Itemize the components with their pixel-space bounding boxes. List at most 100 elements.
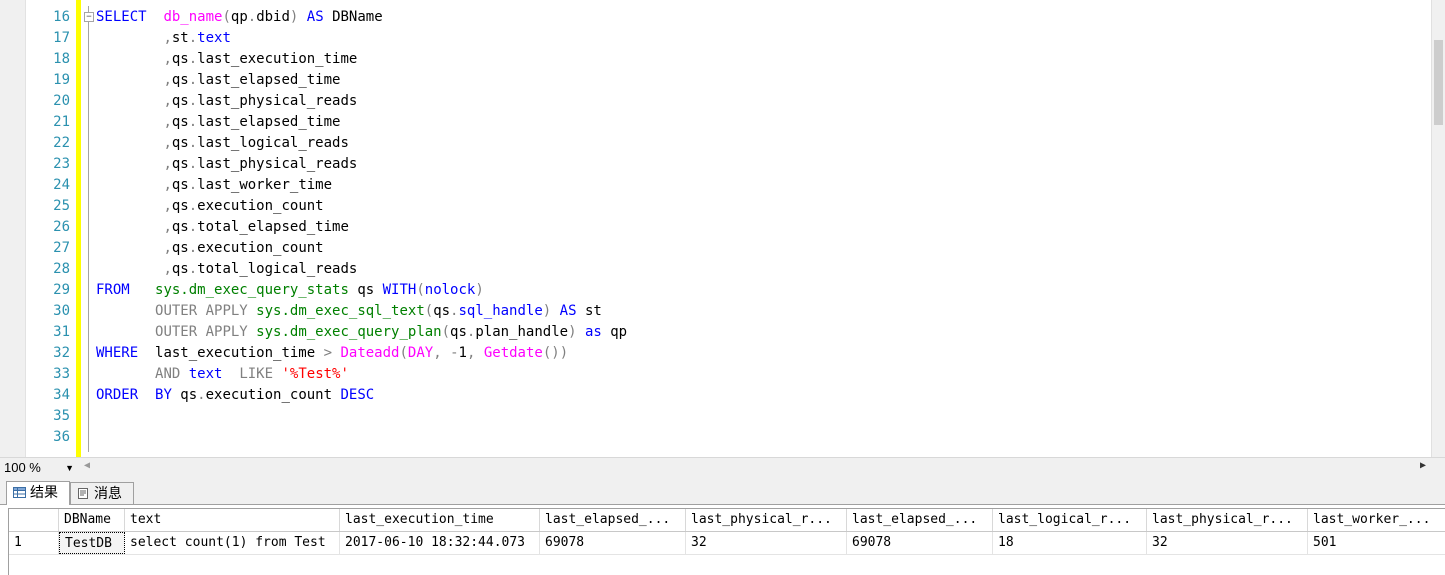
code-token: last_physical_reads [197, 93, 358, 109]
column-header[interactable]: last_elapsed_... [540, 509, 686, 531]
line-number: 35 [53, 408, 70, 424]
row-number[interactable]: 1 [9, 532, 59, 554]
table-row[interactable]: 1 TestDB select count(1) from Test 2017-… [9, 532, 1445, 555]
code-line[interactable]: ,qs.total_elapsed_time [96, 217, 348, 238]
code-line[interactable]: OUTER APPLY sys.dm_exec_sql_text(qs.sql_… [96, 301, 602, 322]
code-token: qs [171, 135, 189, 151]
code-token: SELECT [96, 9, 147, 25]
code-line[interactable]: ,qs.last_elapsed_time [96, 112, 340, 133]
column-header[interactable]: last_elapsed_... [847, 509, 993, 531]
code-line[interactable]: ,qs.last_execution_time [96, 49, 357, 70]
column-header[interactable]: last_physical_r... [686, 509, 847, 531]
query-editor[interactable]: 16 17 18 19 20 21 22 23 24 25 26 27 28 29 30 31 32 33 34 35… [0, 0, 1445, 457]
code-token: execution_count [205, 387, 341, 403]
code-token: OUTER APPLY [155, 303, 248, 319]
code-token: db_name [163, 9, 223, 25]
code-token: FROM [96, 282, 130, 298]
code-token: last_execution_time [138, 345, 324, 361]
code-line[interactable]: FROM sys.dm_exec_query_stats qs WITH(nol… [96, 280, 484, 301]
code-line[interactable]: ,qs.execution_count [96, 196, 323, 217]
code-line[interactable]: OUTER APPLY sys.dm_exec_query_plan(qs.pl… [96, 322, 627, 343]
code-token: ( [399, 345, 408, 361]
code-line[interactable]: SELECT db_name(qp.dbid) AS DBName [96, 7, 383, 28]
line-number: 30 [53, 303, 70, 319]
code-line[interactable]: ,qs.last_logical_reads [96, 133, 348, 154]
tab-messages[interactable]: 消息 [70, 482, 134, 504]
code-token: BY [155, 387, 172, 403]
scrollbar-thumb[interactable] [1434, 40, 1443, 125]
code-token: AS [559, 303, 577, 319]
tab-results[interactable]: 结果 [6, 481, 70, 505]
code-line[interactable]: ORDER BY qs.execution_count DESC [96, 385, 374, 406]
collapse-outline-icon[interactable]: − [84, 12, 94, 22]
grid-cell[interactable]: 69078 [847, 532, 993, 554]
code-token: . [188, 51, 198, 67]
grid-cell[interactable]: select count(1) from Test [125, 532, 340, 554]
code-line[interactable]: ,qs.execution_count [96, 238, 324, 259]
grid-cell[interactable]: TestDB [59, 532, 125, 554]
code-token: sys.dm_exec_sql_text [256, 303, 425, 319]
scroll-right-arrow-icon[interactable]: ▶ [1420, 460, 1426, 471]
code-token: st [171, 30, 189, 46]
code-token: AS [306, 9, 324, 25]
column-header[interactable]: last_worker_... [1308, 509, 1445, 531]
code-token: , [163, 219, 172, 235]
line-number: 22 [53, 135, 70, 151]
code-line[interactable]: ,qs.last_physical_reads [96, 154, 357, 175]
code-line[interactable]: ,st.text [96, 28, 231, 49]
column-header[interactable]: DBName [59, 509, 125, 531]
code-token: qs [171, 72, 189, 88]
scroll-left-arrow-icon[interactable]: ◀ [84, 460, 90, 471]
grid-cell[interactable]: 32 [686, 532, 847, 554]
code-token: ) [475, 282, 484, 298]
column-header[interactable]: last_physical_r... [1147, 509, 1308, 531]
code-token: sql_handle [458, 303, 543, 319]
grid-cell[interactable]: 69078 [540, 532, 686, 554]
code-line[interactable]: WHERE last_execution_time > Dateadd(DAY,… [96, 343, 568, 364]
code-token: qs [348, 282, 383, 298]
grid-cell[interactable]: 2017-06-10 18:32:44.073 [340, 532, 540, 554]
code-token: 1 [458, 345, 467, 361]
line-number: 36 [53, 429, 70, 445]
results-grid[interactable]: DBName text last_execution_time last_ela… [8, 508, 1445, 575]
code-line[interactable]: ,qs.last_physical_reads [96, 91, 357, 112]
column-header[interactable]: last_logical_r... [993, 509, 1147, 531]
column-header[interactable]: text [125, 509, 340, 531]
code-token: qs [171, 240, 189, 256]
code-token: OUTER APPLY [155, 324, 248, 340]
row-number-header [9, 509, 59, 531]
grid-cell[interactable]: 32 [1147, 532, 1308, 554]
line-number: 20 [53, 93, 70, 109]
grid-cell[interactable]: 18 [993, 532, 1147, 554]
zoom-dropdown[interactable]: 100 % ▼ [4, 460, 76, 476]
code-line[interactable]: AND text LIKE '%Test%' [96, 364, 349, 385]
editor-vertical-scrollbar[interactable] [1431, 0, 1445, 457]
code-token: , [163, 240, 172, 256]
code-token: last_elapsed_time [197, 114, 341, 130]
code-token: AND [155, 366, 181, 382]
grid-cell[interactable]: 501 [1308, 532, 1445, 554]
code-token: last_physical_reads [197, 156, 358, 172]
code-line[interactable]: ,qs.total_logical_reads [96, 259, 357, 280]
code-token: LIKE [239, 366, 274, 382]
code-token: execution_count [197, 240, 324, 256]
code-line[interactable]: ,qs.last_worker_time [96, 175, 332, 196]
line-number: 29 [53, 282, 70, 298]
column-header[interactable]: last_execution_time [340, 509, 540, 531]
code-line[interactable]: ,qs.last_elapsed_time [96, 70, 340, 91]
tab-messages-label: 消息 [94, 485, 122, 501]
results-tab-strip: 结果 消息 [0, 478, 1445, 505]
code-token: sys.dm_exec_query_stats [155, 282, 349, 298]
line-number: 27 [53, 240, 70, 256]
code-token: , [163, 30, 172, 46]
code-token: text [197, 30, 231, 46]
code-token: , [433, 345, 442, 361]
code-token: last_execution_time [197, 51, 358, 67]
